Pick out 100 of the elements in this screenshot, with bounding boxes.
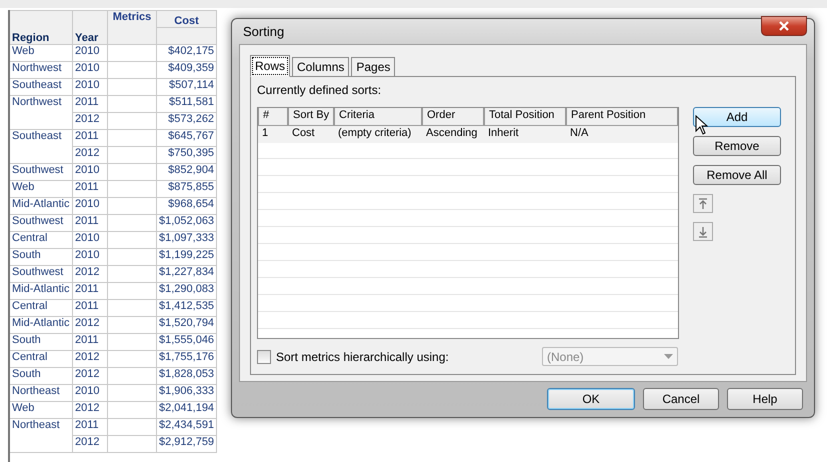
table-cell: Northeast xyxy=(9,418,72,452)
checkbox-label: Sort metrics hierarchically using: xyxy=(276,350,450,364)
table-cell: $645,767 xyxy=(156,130,217,146)
table-cell: 2010 xyxy=(72,384,108,402)
column-header[interactable]: Criteria xyxy=(334,108,422,126)
table-cell: 2010 xyxy=(72,248,108,266)
table-cell: Mid-Atlantic xyxy=(9,198,72,214)
caret-icon xyxy=(664,354,673,359)
table-cell: 2010 xyxy=(72,78,108,96)
table-cell: $852,904 xyxy=(156,164,217,180)
table-cell: 2012 xyxy=(72,266,108,282)
checkbox[interactable] xyxy=(257,350,271,364)
table-cell: $750,395 xyxy=(156,146,217,164)
table-cell: $1,555,046 xyxy=(156,334,217,350)
close-button[interactable] xyxy=(761,16,807,36)
table-cell: Central xyxy=(9,350,72,368)
table-cell: Southwest xyxy=(9,214,72,232)
table-cell: South xyxy=(9,334,72,350)
table-cell: $1,199,225 xyxy=(156,248,217,266)
table-cell: South xyxy=(9,368,72,384)
table-cell: Northwest xyxy=(9,62,72,78)
column-header: Region xyxy=(9,10,72,44)
table-cell: Southwest xyxy=(9,266,72,282)
table-cell: $402,175 xyxy=(156,44,217,62)
table-cell: 2012 xyxy=(72,368,108,384)
dialog-button[interactable]: OK xyxy=(547,388,635,410)
action-button[interactable]: Remove xyxy=(693,136,781,156)
table-cell: Mid-Atlantic xyxy=(9,282,72,300)
table-cell: 2011 xyxy=(72,96,108,112)
table-cell: 2012 xyxy=(72,146,108,164)
table-cell: 2010 xyxy=(72,44,108,62)
table-cell: $2,434,591 xyxy=(156,418,217,436)
table-cell: $1,052,063 xyxy=(156,214,217,232)
tab[interactable]: Columns xyxy=(292,57,350,77)
list-cell: Ascending xyxy=(422,126,484,143)
column-header: Metrics xyxy=(108,10,156,44)
list-cell: N/A xyxy=(566,126,678,143)
table-cell: $1,828,053 xyxy=(156,368,217,384)
column-header: Year xyxy=(72,10,108,44)
table-cell: 2012 xyxy=(72,316,108,334)
column-header: Cost xyxy=(156,10,217,28)
table-cell: $409,359 xyxy=(156,62,217,78)
window-title: Sorting xyxy=(242,24,284,39)
table-cell: 2011 xyxy=(72,418,108,436)
table-cell: 2010 xyxy=(72,232,108,248)
table-cell: $1,227,834 xyxy=(156,266,217,282)
table-cell: Northeast xyxy=(9,384,72,402)
table-cell: 2011 xyxy=(72,282,108,300)
table-cell: 2010 xyxy=(72,164,108,180)
column-header[interactable]: # xyxy=(258,108,288,126)
section-label: Currently defined sorts: xyxy=(257,83,382,97)
arrow-down-icon xyxy=(698,226,708,238)
table-cell: $875,855 xyxy=(156,180,217,198)
table-cell: Central xyxy=(9,232,72,248)
tab[interactable]: Pages xyxy=(351,57,396,77)
table-cell: $2,041,194 xyxy=(156,402,217,418)
table-cell: Southwest xyxy=(9,164,72,180)
table-cell: $1,412,535 xyxy=(156,300,217,316)
table-cell: Southeast xyxy=(9,130,72,164)
table-cell: $1,290,083 xyxy=(156,282,217,300)
column-header[interactable]: Order xyxy=(422,108,484,126)
action-button[interactable]: Add xyxy=(693,107,781,127)
column-header[interactable]: Parent Position xyxy=(566,108,678,126)
table-cell: Web xyxy=(9,44,72,62)
arrow-up-icon xyxy=(698,198,708,210)
table-cell: 2012 xyxy=(72,436,108,452)
table-cell: $1,097,333 xyxy=(156,232,217,248)
column-header[interactable]: Total Position xyxy=(484,108,566,126)
table-cell: $2,912,759 xyxy=(156,436,217,452)
table-cell: $573,262 xyxy=(156,112,217,130)
table-cell: $507,114 xyxy=(156,78,217,96)
move-down-button[interactable] xyxy=(693,222,713,241)
action-button[interactable]: Remove All xyxy=(693,165,781,185)
table-cell: 2012 xyxy=(72,112,108,130)
dialog-button[interactable]: Help xyxy=(727,388,803,410)
table-cell: Mid-Atlantic xyxy=(9,316,72,334)
table-cell: 2011 xyxy=(72,300,108,316)
table-cell: 2010 xyxy=(72,198,108,214)
table-cell: $511,581 xyxy=(156,96,217,112)
table-cell: $1,906,333 xyxy=(156,384,217,402)
table-cell: 2012 xyxy=(72,350,108,368)
column-header[interactable]: Sort By xyxy=(288,108,334,126)
table-cell: 2010 xyxy=(72,62,108,78)
table-cell: 2011 xyxy=(72,334,108,350)
table-cell: 2011 xyxy=(72,214,108,232)
list-cell: Inherit xyxy=(484,126,566,143)
table-cell: Northwest xyxy=(9,96,72,130)
table-cell: Web xyxy=(9,402,72,418)
table-cell: $1,755,176 xyxy=(156,350,217,368)
list-cell: 1 xyxy=(258,126,288,143)
mouse-pointer-icon xyxy=(695,115,708,135)
table-cell: South xyxy=(9,248,72,266)
tab[interactable]: Rows xyxy=(250,55,290,77)
table-cell: 2012 xyxy=(72,402,108,418)
move-up-button[interactable] xyxy=(693,194,713,213)
table-cell: 2011 xyxy=(72,180,108,198)
list-cell: (empty criteria) xyxy=(334,126,422,143)
table-cell: $1,520,794 xyxy=(156,316,217,334)
dialog-button[interactable]: Cancel xyxy=(643,388,719,410)
table-cell: Southeast xyxy=(9,78,72,96)
